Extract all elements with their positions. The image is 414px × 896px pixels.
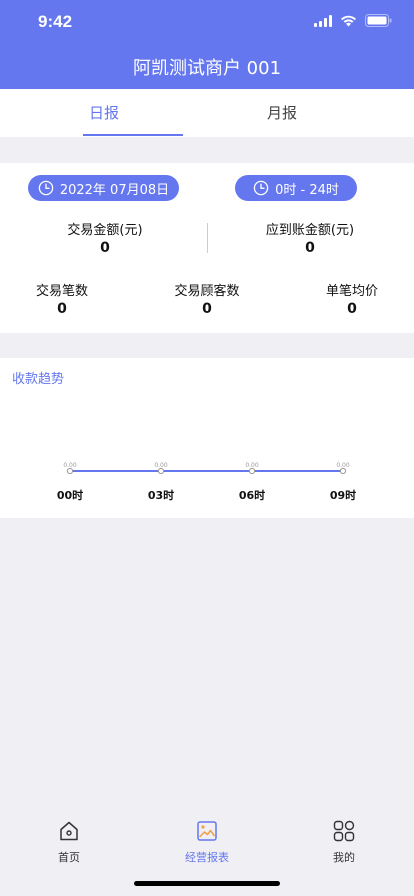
clock-icon: [38, 180, 54, 196]
stat-divider: [207, 223, 208, 253]
home-icon: [60, 821, 78, 841]
customer-count-label: 交易顾客数: [174, 284, 240, 299]
time-filter-button[interactable]: 0时 - 24时: [235, 175, 357, 201]
customer-count-value: 0: [202, 301, 212, 317]
trend-x-tick-label: 03时: [148, 488, 174, 502]
wifi-icon: [341, 15, 356, 26]
signal-icon: [314, 14, 332, 27]
tab-monthly[interactable]: 月报: [207, 89, 357, 137]
tabbar-label-report: 经营报表: [185, 851, 229, 864]
trend-x-tick-label: 06时: [239, 488, 265, 502]
transaction-count-value: 0: [57, 301, 67, 317]
receivable-amount-label: 应到账金额(元): [265, 223, 355, 238]
transaction-amount-value: 0: [100, 240, 110, 256]
battery-icon: [365, 14, 392, 27]
tabbar-label-home: 首页: [58, 851, 80, 864]
summary-card: 2022年 07月08日 0时 - 24时 交易金额(元) 0 应到账金额(元)…: [0, 163, 414, 333]
trend-point: [339, 467, 347, 475]
report-icon: [197, 821, 217, 841]
trend-title: 收款趋势: [12, 372, 65, 387]
trend-data-label: 0.00: [63, 462, 77, 469]
tabbar-item-home[interactable]: 首页: [24, 820, 114, 865]
tab-active-indicator: [83, 134, 183, 136]
trend-x-tick-label: 00时: [57, 488, 83, 502]
date-filter-label: 2022年 07月08日: [59, 182, 170, 198]
trend-data-label: 0.00: [336, 462, 350, 469]
trend-data-label: 0.00: [154, 462, 168, 469]
tabbar-item-report[interactable]: 经营报表: [162, 820, 252, 865]
time-filter-label: 0时 - 24时: [275, 182, 339, 198]
trend-point: [66, 467, 74, 475]
transaction-amount-label: 交易金额(元): [67, 223, 143, 238]
tabbar-label-mine: 我的: [333, 851, 355, 864]
grid-icon: [333, 820, 355, 842]
trend-card: 0.00 00时 0.00 03时 0.00 06时 0.00 09时 收款趋势: [0, 358, 414, 518]
transaction-count-label: 交易笔数: [35, 284, 88, 299]
trend-point: [248, 467, 256, 475]
clock-icon: [253, 180, 269, 196]
trend-data-label: 0.00: [245, 462, 259, 469]
trend-point: [157, 467, 165, 475]
home-indicator: [134, 881, 280, 886]
header: 9:42 阿凯测试商户 001: [0, 0, 414, 89]
average-price-label: 单笔均价: [325, 284, 378, 299]
trend-x-tick-label: 09时: [330, 488, 356, 502]
page-title: 阿凯测试商户 001: [132, 58, 282, 79]
status-icons: [314, 14, 392, 27]
tabbar-item-mine[interactable]: 我的: [299, 820, 389, 865]
report-tabs: 日报 月报: [0, 89, 414, 137]
average-price-value: 0: [347, 301, 357, 317]
receivable-amount-value: 0: [305, 240, 315, 256]
status-time: 9:42: [38, 12, 73, 31]
tab-daily[interactable]: 日报: [29, 89, 179, 137]
date-filter-button[interactable]: 2022年 07月08日: [28, 175, 179, 201]
